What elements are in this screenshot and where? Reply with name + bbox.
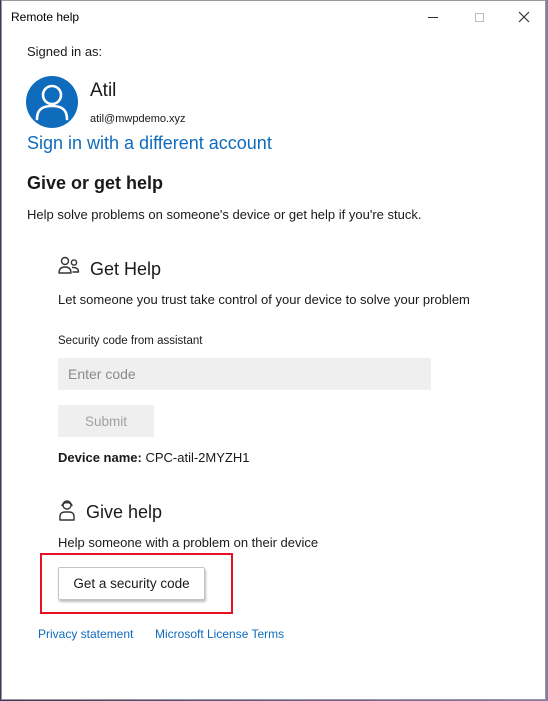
license-terms-link[interactable]: Microsoft License Terms — [155, 627, 284, 641]
avatar — [26, 76, 78, 128]
person-support-icon — [59, 500, 75, 521]
give-help-title: Give help — [86, 502, 163, 522]
security-code-input[interactable] — [58, 358, 431, 390]
remote-help-window: Remote help Signed in as: Atil atil@mwpd… — [1, 0, 546, 700]
people-icon — [58, 256, 80, 274]
security-code-label: Security code from assistant — [58, 335, 203, 347]
page-heading: Give or get help — [27, 173, 164, 193]
user-name: Atil — [90, 80, 117, 101]
maximize-icon — [474, 12, 484, 22]
minimize-icon — [428, 16, 438, 18]
person-icon — [35, 84, 69, 121]
give-help-description: Help someone with a problem on their dev… — [58, 535, 319, 550]
privacy-statement-link[interactable]: Privacy statement — [38, 627, 133, 641]
page-description: Help solve problems on someone's device … — [27, 207, 422, 222]
maximize-button[interactable] — [456, 1, 502, 33]
switch-account-link[interactable]: Sign in with a different account — [27, 133, 272, 154]
get-help-title: Get Help — [90, 259, 162, 279]
close-button[interactable] — [501, 1, 547, 33]
user-email: atil@mwpdemo.xyz — [90, 113, 186, 125]
device-name-label: Device name: — [58, 450, 142, 465]
device-name-value: CPC-atil-2MYZH1 — [145, 450, 250, 465]
minimize-button[interactable] — [410, 1, 456, 33]
get-security-code-button[interactable]: Get a security code — [58, 567, 205, 600]
signed-in-label: Signed in as: — [27, 44, 103, 59]
device-name-line: Device name: CPC-atil-2MYZH1 — [58, 450, 249, 465]
close-icon — [518, 11, 530, 23]
get-help-description: Let someone you trust take control of yo… — [58, 292, 470, 307]
window-title: Remote help — [11, 10, 80, 24]
title-bar: Remote help — [2, 1, 545, 33]
submit-button[interactable]: Submit — [58, 405, 154, 437]
